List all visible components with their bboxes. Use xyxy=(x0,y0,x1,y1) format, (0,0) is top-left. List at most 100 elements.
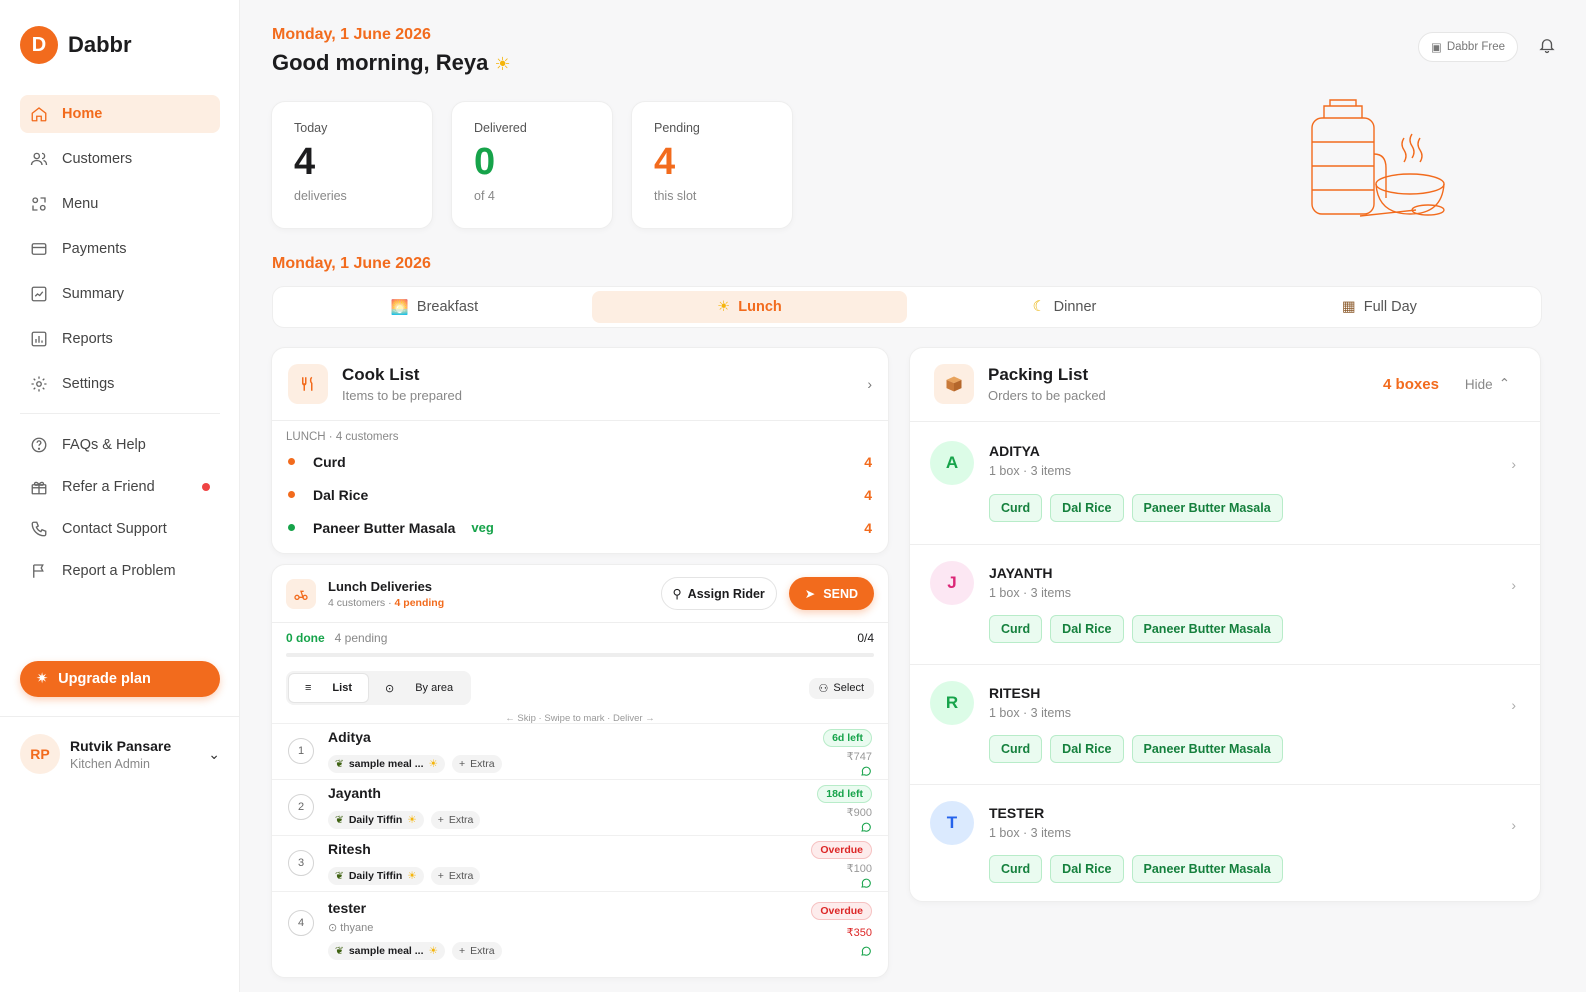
tab-label: Breakfast xyxy=(416,299,479,315)
bell-icon[interactable] xyxy=(1538,36,1556,59)
stat-value: 4 xyxy=(294,141,316,183)
tiffin-illustration xyxy=(1311,99,1445,217)
whatsapp-icon[interactable] xyxy=(860,944,872,962)
sidebar-item-faqs-help[interactable]: FAQs & Help xyxy=(20,426,220,464)
packing-row[interactable]: R RITESH 1 box · 3 items Curd Dal Rice Paneer… xyxy=(910,664,1540,784)
plan-tag[interactable]: ❦ Daily Tiffin ☀ xyxy=(328,867,424,885)
sidebar-item-customers[interactable]: Customers xyxy=(20,140,220,178)
view-controls: ≡ List ⊙ By area ⚇ Select xyxy=(272,671,888,705)
row-number: 3 xyxy=(288,850,314,876)
sidebar-item-summary[interactable]: Summary xyxy=(20,275,220,313)
assign-rider-button[interactable]: ⚲ Assign Rider xyxy=(660,577,777,610)
tab-dinner[interactable]: ☾ Dinner xyxy=(907,291,1222,323)
extra-label: Extra xyxy=(448,814,474,826)
sun-icon: ☀ xyxy=(494,54,511,74)
send-button[interactable]: ➤ SEND xyxy=(788,577,874,610)
chevron-right-icon[interactable]: › xyxy=(1511,817,1516,833)
customer-name: JAYANTH xyxy=(989,565,1053,581)
slot-date: Monday, 1 June 2026 xyxy=(272,255,431,272)
avatar: RP xyxy=(20,734,60,774)
customer-name: RITESH xyxy=(989,685,1041,701)
plus-icon: + xyxy=(458,945,466,957)
delivery-row[interactable]: 2 Jayanth ❦ Daily Tiffin ☀ + Extra 18d left ₹900 xyxy=(272,779,888,835)
send-label: SEND xyxy=(823,586,858,601)
packing-row[interactable]: A ADITYA 1 box · 3 items Curd Dal Rice Paneer… xyxy=(910,421,1540,544)
view-list-tab[interactable]: ≡ List xyxy=(288,673,369,703)
cook-list-item: Curd 4 xyxy=(272,445,888,478)
item-tag: Dal Rice xyxy=(1050,855,1124,883)
sidebar-item-report-a-problem[interactable]: Report a Problem xyxy=(20,552,220,590)
plan-name: sample meal ... xyxy=(348,945,424,957)
extra-button[interactable]: + Extra xyxy=(451,942,502,960)
item-tag: Dal Rice xyxy=(1050,615,1124,643)
brand-logo: D xyxy=(20,26,58,64)
chevron-right-icon[interactable]: › xyxy=(1511,577,1516,593)
scooter-icon xyxy=(286,578,316,609)
leaf-icon: ❦ xyxy=(335,945,344,957)
chevron-right-icon[interactable]: › xyxy=(867,376,872,392)
delivery-row[interactable]: 4 tester ⊙ thyane ❦ sample meal ... ☀ + Extra Ov… xyxy=(272,891,888,977)
upgrade-label: Upgrade plan xyxy=(58,671,151,687)
customer-name: TESTER xyxy=(989,805,1045,821)
delivery-row[interactable]: 3 Ritesh ❦ Daily Tiffin ☀ + Extra Overdue ₹100 xyxy=(272,835,888,891)
stat-value: 0 xyxy=(474,141,496,183)
plan-tag[interactable]: ❦ Daily Tiffin ☀ xyxy=(328,811,424,829)
select-button[interactable]: ⚇ Select xyxy=(808,677,874,699)
sidebar-item-label: Menu xyxy=(62,196,99,212)
sidebar-separator xyxy=(0,716,240,717)
sidebar-item-label: Contact Support xyxy=(62,521,167,537)
sidebar-item-payments[interactable]: Payments xyxy=(20,230,220,268)
sunrise-icon: 🌅 xyxy=(390,299,409,316)
view-area-tab[interactable]: ⊙ By area xyxy=(369,673,469,703)
plan-tag[interactable]: ❦ sample meal ... ☀ xyxy=(328,755,445,773)
row-number: 4 xyxy=(288,910,314,936)
chevron-right-icon[interactable]: › xyxy=(1511,456,1516,472)
summary-icon xyxy=(30,285,48,303)
sidebar-item-reports[interactable]: Reports xyxy=(20,320,220,358)
tab-breakfast[interactable]: 🌅 Breakfast xyxy=(277,291,592,323)
hide-button[interactable]: Hide ⌃ xyxy=(1465,376,1510,392)
sidebar-item-menu[interactable]: Menu xyxy=(20,185,220,223)
delivery-row[interactable]: 1 Aditya ❦ sample meal ... ☀ + Extra 6d left ₹74… xyxy=(272,723,888,779)
item-tag: Paneer Butter Masala xyxy=(1131,615,1283,643)
item-tag: Paneer Butter Masala xyxy=(1131,494,1283,522)
calendar-icon: ▦ xyxy=(1342,299,1356,315)
cook-list-header[interactable]: Cook List Items to be prepared › xyxy=(272,348,888,420)
item-tag: Curd xyxy=(989,615,1043,643)
sidebar: D Dabbr Home Customers Menu Payments Summary… xyxy=(0,0,240,992)
packing-row[interactable]: T TESTER 1 box · 3 items Curd Dal Rice Paneer… xyxy=(910,784,1540,901)
item-count: 4 xyxy=(864,519,872,536)
sidebar-item-home[interactable]: Home xyxy=(20,95,220,133)
brand[interactable]: D Dabbr xyxy=(20,26,132,64)
sidebar-item-settings[interactable]: Settings xyxy=(20,365,220,403)
tab-lunch[interactable]: ☀ Lunch xyxy=(592,291,907,323)
top-right-actions: ▣ Dabbr Free xyxy=(1417,32,1556,62)
chevron-down-icon[interactable]: ⌄ xyxy=(208,746,220,763)
packing-row[interactable]: J JAYANTH 1 box · 3 items Curd Dal Rice Panee… xyxy=(910,544,1540,664)
extra-label: Extra xyxy=(470,758,495,770)
sidebar-item-refer-a-friend[interactable]: Refer a Friend xyxy=(20,468,220,506)
stat-label: Delivered xyxy=(474,121,527,135)
item-tag: Paneer Butter Masala xyxy=(1131,735,1283,763)
cook-list-meta: LUNCH · 4 customers xyxy=(286,431,399,443)
extra-button[interactable]: + Extra xyxy=(451,755,502,773)
extra-label: Extra xyxy=(470,945,495,957)
status-dot xyxy=(288,524,295,531)
sidebar-item-label: Report a Problem xyxy=(62,563,176,579)
extra-button[interactable]: + Extra xyxy=(430,867,481,885)
plan-name: Daily Tiffin xyxy=(348,814,403,826)
plan-badge[interactable]: ▣ Dabbr Free xyxy=(1417,32,1518,62)
tab-full-day[interactable]: ▦ Full Day xyxy=(1222,291,1537,323)
extra-button[interactable]: + Extra xyxy=(430,811,481,829)
brand-name: Dabbr xyxy=(68,32,132,57)
plan-tag[interactable]: ❦ sample meal ... ☀ xyxy=(328,942,445,960)
sidebar-item-contact-support[interactable]: Contact Support xyxy=(20,510,220,548)
user-profile[interactable]: RP Rutvik Pansare Kitchen Admin ⌄ xyxy=(20,734,220,774)
item-name: Curd xyxy=(313,453,346,470)
upgrade-plan-button[interactable]: ✷ Upgrade plan xyxy=(20,661,220,697)
item-tag: Dal Rice xyxy=(1050,735,1124,763)
chevron-right-icon[interactable]: › xyxy=(1511,697,1516,713)
users-icon xyxy=(30,150,48,168)
avatar: R xyxy=(930,681,974,725)
meal-slot-tabs: 🌅 Breakfast ☀ Lunch ☾ Dinner ▦ Full Day xyxy=(272,286,1542,328)
